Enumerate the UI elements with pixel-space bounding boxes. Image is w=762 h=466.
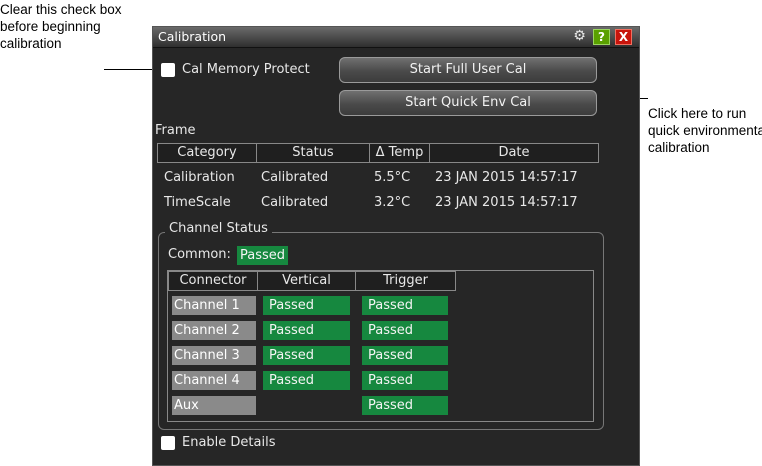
gear-icon[interactable]: ⚙ bbox=[571, 29, 588, 45]
close-icon[interactable]: X bbox=[615, 29, 632, 45]
enable-details-checkbox[interactable] bbox=[161, 436, 175, 450]
connector-channel-4: Channel 4 bbox=[172, 371, 256, 390]
annotation-left-line-2: before beginning bbox=[0, 19, 101, 34]
calibration-window: Calibration ⚙ ? X Cal Memory Protect Sta… bbox=[152, 26, 640, 466]
trigger-channel-1: Passed bbox=[362, 296, 448, 315]
trigger-aux: Passed bbox=[362, 396, 448, 415]
common-label: Common: bbox=[168, 247, 231, 262]
channel-header-connector[interactable]: Connector bbox=[168, 271, 258, 291]
frame-header-delta-temp[interactable]: Δ Temp bbox=[369, 143, 430, 163]
trigger-channel-2: Passed bbox=[362, 321, 448, 340]
connector-channel-3: Channel 3 bbox=[172, 346, 256, 365]
annotation-left-line-3: calibration bbox=[0, 36, 62, 51]
frame-header-category[interactable]: Category bbox=[157, 143, 257, 163]
frame-row-1-delta-temp: 5.5°C bbox=[374, 170, 411, 185]
vertical-channel-1: Passed bbox=[263, 296, 350, 315]
start-quick-env-cal-button[interactable]: Start Quick Env Cal bbox=[339, 90, 597, 116]
channel-header-trigger[interactable]: Trigger bbox=[355, 271, 456, 291]
connector-channel-1: Channel 1 bbox=[172, 296, 256, 315]
help-icon[interactable]: ? bbox=[593, 29, 610, 45]
frame-row-2-status: Calibrated bbox=[261, 195, 329, 210]
trigger-channel-4: Passed bbox=[362, 371, 448, 390]
connector-aux: Aux bbox=[172, 396, 256, 415]
cal-memory-protect-label: Cal Memory Protect bbox=[182, 62, 310, 77]
vertical-channel-3: Passed bbox=[263, 346, 350, 365]
frame-header-date[interactable]: Date bbox=[429, 143, 599, 163]
frame-label: Frame bbox=[155, 123, 196, 138]
frame-row-2-date: 23 JAN 2015 14:57:17 bbox=[435, 195, 578, 210]
frame-row-1-date: 23 JAN 2015 14:57:17 bbox=[435, 170, 578, 185]
start-full-user-cal-button[interactable]: Start Full User Cal bbox=[339, 57, 597, 83]
title-bar: Calibration ⚙ ? X bbox=[153, 27, 639, 48]
connector-channel-2: Channel 2 bbox=[172, 321, 256, 340]
trigger-channel-3: Passed bbox=[362, 346, 448, 365]
annotation-right-line-2: quick environmental bbox=[648, 123, 762, 138]
frame-header-status[interactable]: Status bbox=[256, 143, 370, 163]
cal-memory-protect-checkbox[interactable] bbox=[161, 63, 175, 77]
frame-row-1-category: Calibration bbox=[164, 170, 235, 185]
frame-row-1-status: Calibrated bbox=[261, 170, 329, 185]
enable-details-label: Enable Details bbox=[182, 435, 276, 450]
common-status-badge: Passed bbox=[237, 246, 288, 265]
frame-row-2-category: TimeScale bbox=[164, 195, 231, 210]
annotation-left-leader bbox=[104, 69, 152, 70]
annotation-right-line-1: Click here to run bbox=[648, 106, 747, 121]
window-title: Calibration bbox=[158, 29, 227, 44]
channel-header-vertical[interactable]: Vertical bbox=[257, 271, 356, 291]
vertical-channel-2: Passed bbox=[263, 321, 350, 340]
frame-row-2-delta-temp: 3.2°C bbox=[374, 195, 411, 210]
channel-status-label: Channel Status bbox=[165, 221, 272, 236]
annotation-left-line-1: Clear this check box bbox=[0, 2, 122, 17]
annotation-right-line-3: calibration bbox=[648, 140, 710, 155]
vertical-channel-4: Passed bbox=[263, 371, 350, 390]
